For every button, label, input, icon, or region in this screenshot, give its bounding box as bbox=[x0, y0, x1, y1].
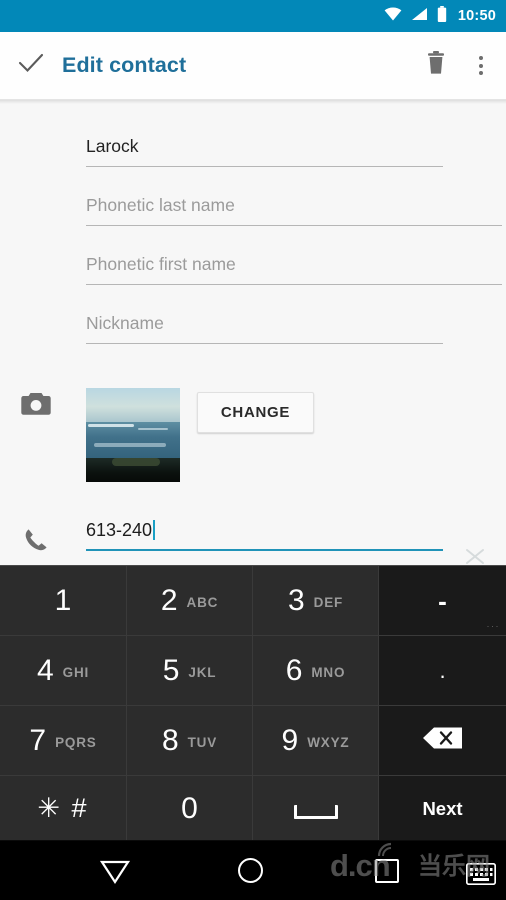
text-caret bbox=[153, 520, 156, 540]
key-label: 4 bbox=[36, 653, 54, 687]
key-8[interactable]: 8 TUV bbox=[127, 706, 253, 776]
key-3[interactable]: 3 DEF bbox=[253, 566, 379, 636]
app-bar: Edit contact bbox=[0, 32, 506, 100]
numeric-keyboard: 1 2 ABC 3 DEF - ··· 4 GHI 5 JKL 6 MNO . … bbox=[0, 565, 506, 841]
field-last-name[interactable]: Larock bbox=[86, 134, 443, 167]
key-7[interactable]: 7 PQRS bbox=[0, 706, 127, 776]
check-icon bbox=[18, 52, 44, 79]
key-sublabel: MNO bbox=[311, 665, 346, 680]
key-next[interactable]: Next bbox=[379, 776, 506, 841]
signal-icon bbox=[411, 7, 428, 26]
status-bar: 10:50 bbox=[0, 0, 506, 32]
space-icon bbox=[293, 804, 338, 819]
field-underline bbox=[86, 343, 443, 344]
keyboard-row: 7 PQRS 8 TUV 9 WXYZ bbox=[0, 706, 506, 776]
page-title: Edit contact bbox=[62, 53, 187, 77]
key-sublabel: ABC bbox=[186, 595, 219, 610]
key-4[interactable]: 4 GHI bbox=[0, 636, 127, 706]
key-label: ✳ # bbox=[37, 793, 89, 823]
key-label: 2 bbox=[160, 583, 178, 617]
more-dot-3 bbox=[479, 71, 483, 75]
field-underline bbox=[86, 225, 502, 226]
key-label: . bbox=[439, 657, 446, 683]
field-nickname-placeholder: Nickname bbox=[86, 313, 164, 333]
scroll-shadow bbox=[0, 100, 506, 104]
key-sublabel: JKL bbox=[188, 665, 217, 680]
key-0[interactable]: 0 bbox=[127, 776, 253, 841]
keyboard-icon[interactable] bbox=[465, 862, 497, 890]
photo-foam-3 bbox=[94, 443, 166, 447]
key-space[interactable] bbox=[253, 776, 379, 841]
key-5[interactable]: 5 JKL bbox=[127, 636, 253, 706]
field-underline-focused bbox=[86, 549, 443, 551]
key-label: 1 bbox=[54, 583, 72, 617]
key-more-hint: ··· bbox=[486, 621, 500, 631]
key-dash[interactable]: - ··· bbox=[379, 566, 506, 636]
photo-foam-2 bbox=[138, 428, 168, 430]
field-phone-number[interactable]: 613-240 bbox=[86, 518, 443, 551]
contact-photo-thumbnail[interactable] bbox=[86, 388, 180, 482]
key-label: 9 bbox=[281, 723, 299, 757]
delete-contact-button[interactable] bbox=[410, 50, 462, 81]
phone-screen: 10:50 Edit contact Larock Phonetic last … bbox=[0, 0, 506, 900]
field-last-name-value: Larock bbox=[86, 136, 139, 156]
change-photo-button[interactable]: CHANGE bbox=[197, 392, 314, 433]
key-label: 8 bbox=[161, 723, 179, 757]
system-nav-bar bbox=[0, 840, 506, 900]
field-phonetic-first-name-placeholder: Phonetic first name bbox=[86, 254, 236, 274]
key-label: Next bbox=[422, 797, 463, 819]
camera-icon bbox=[20, 388, 52, 420]
key-label: 0 bbox=[181, 791, 198, 825]
key-2[interactable]: 2 ABC bbox=[127, 566, 253, 636]
keyboard-row: ✳ # 0 Next bbox=[0, 776, 506, 841]
status-time: 10:50 bbox=[457, 8, 496, 24]
recents-square-icon[interactable] bbox=[375, 859, 399, 883]
field-phone-value: 613-240 bbox=[86, 520, 153, 540]
photo-moss bbox=[112, 458, 160, 466]
key-sublabel: WXYZ bbox=[307, 735, 350, 750]
home-circle-icon[interactable] bbox=[238, 858, 263, 883]
field-underline bbox=[86, 166, 443, 167]
photo-foam bbox=[88, 424, 134, 427]
contact-form: Larock Phonetic last name Phonetic first… bbox=[0, 100, 506, 565]
back-triangle-icon[interactable] bbox=[99, 859, 131, 890]
key-backspace[interactable] bbox=[379, 706, 506, 776]
field-underline bbox=[86, 284, 502, 285]
key-1[interactable]: 1 bbox=[0, 566, 127, 636]
key-sublabel: PQRS bbox=[55, 735, 97, 750]
field-nickname[interactable]: Nickname bbox=[86, 311, 443, 344]
keyboard-row: 1 2 ABC 3 DEF - ··· bbox=[0, 566, 506, 636]
key-period[interactable]: . bbox=[379, 636, 506, 706]
more-dot-2 bbox=[479, 63, 483, 68]
key-9[interactable]: 9 WXYZ bbox=[253, 706, 379, 776]
key-6[interactable]: 6 MNO bbox=[253, 636, 379, 706]
done-button[interactable] bbox=[0, 52, 62, 79]
backspace-icon bbox=[422, 726, 464, 755]
key-label: 7 bbox=[29, 723, 47, 757]
key-star-hash[interactable]: ✳ # bbox=[0, 776, 127, 841]
overflow-menu-button[interactable] bbox=[462, 56, 506, 75]
key-sublabel: DEF bbox=[313, 595, 344, 610]
field-phonetic-first-name[interactable]: Phonetic first name bbox=[86, 252, 502, 285]
phone-icon bbox=[20, 524, 52, 556]
key-label: 3 bbox=[287, 583, 305, 617]
photo-sky bbox=[86, 388, 180, 422]
keyboard-row: 4 GHI 5 JKL 6 MNO . bbox=[0, 636, 506, 706]
more-vertical-icon bbox=[479, 56, 483, 60]
key-label: 5 bbox=[162, 653, 180, 687]
trash-icon bbox=[425, 50, 447, 81]
key-sublabel: GHI bbox=[62, 665, 90, 680]
key-label: 6 bbox=[285, 653, 303, 687]
battery-icon bbox=[437, 5, 447, 27]
field-phonetic-last-name[interactable]: Phonetic last name bbox=[86, 193, 502, 226]
wifi-icon bbox=[384, 6, 402, 26]
key-sublabel: TUV bbox=[187, 735, 218, 750]
field-phonetic-last-name-placeholder: Phonetic last name bbox=[86, 195, 235, 215]
